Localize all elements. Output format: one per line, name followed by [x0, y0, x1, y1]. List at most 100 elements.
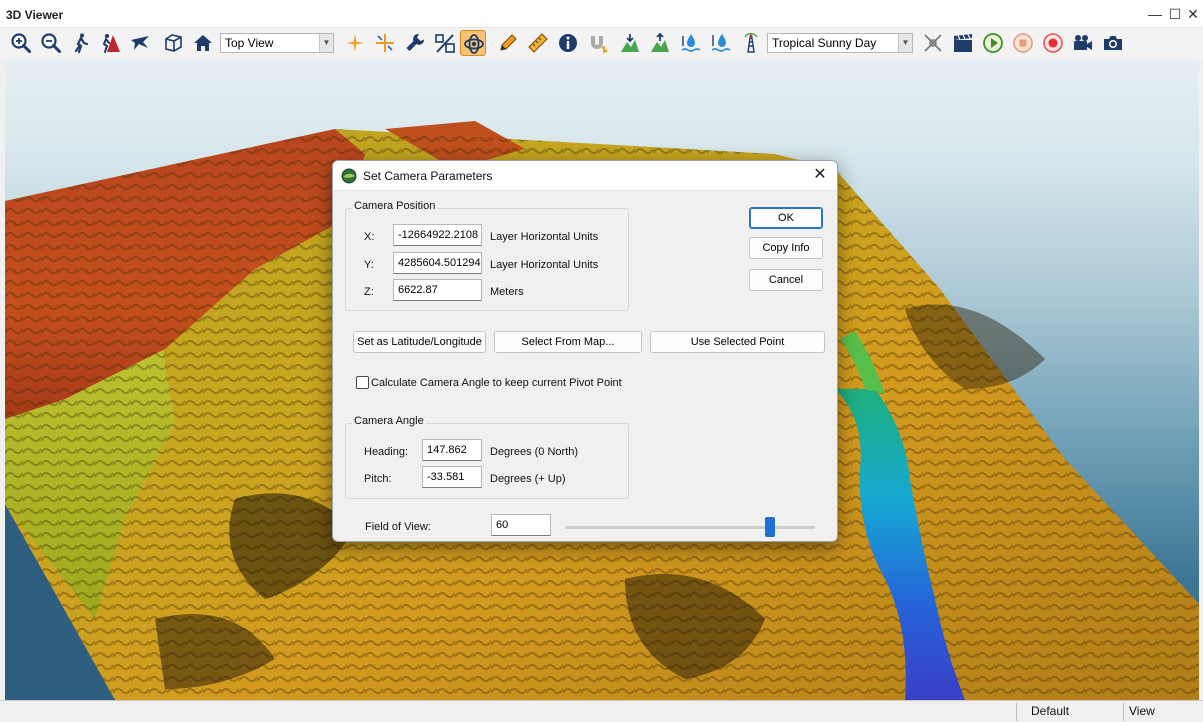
- pencil-button[interactable]: [495, 30, 521, 56]
- dialog-titlebar: Set Camera Parameters ✕: [333, 161, 837, 191]
- maximize-button[interactable]: ☐: [1165, 4, 1185, 24]
- terrain-up-button[interactable]: [647, 30, 673, 56]
- walk-to-point-button[interactable]: [97, 30, 123, 56]
- pitch-input[interactable]: -33.581: [422, 466, 482, 488]
- crosshair-icon: [346, 34, 364, 52]
- photo-camera-button[interactable]: [1100, 30, 1126, 56]
- stop-button[interactable]: [1010, 30, 1036, 56]
- x-input[interactable]: -12664922.2108: [393, 224, 482, 246]
- x-unit-label: Layer Horizontal Units: [490, 231, 599, 243]
- zoom-in-button[interactable]: [8, 30, 34, 56]
- video-camera-icon: [1074, 35, 1092, 50]
- tower-icon: [744, 32, 758, 53]
- walk-button[interactable]: [68, 30, 94, 56]
- sky-select[interactable]: Tropical Sunny Day ▼: [767, 33, 913, 53]
- view-select[interactable]: Top View ▼: [220, 33, 334, 53]
- flyover-button[interactable]: [127, 30, 153, 56]
- heading-label: Heading:: [364, 446, 409, 458]
- y-unit-label: Layer Horizontal Units: [490, 259, 599, 271]
- select-from-map-button[interactable]: Select From Map...: [494, 331, 642, 353]
- y-input[interactable]: 4285604.501294: [393, 252, 482, 274]
- camera-position-legend: Camera Position: [352, 200, 438, 212]
- flyover-icon: [131, 36, 149, 50]
- fov-slider-thumb[interactable]: [765, 517, 775, 537]
- play-icon: [983, 33, 1003, 53]
- record-button[interactable]: [1040, 30, 1066, 56]
- info-button[interactable]: [555, 30, 581, 56]
- terrain-scale-icon: [435, 34, 455, 53]
- terrain-down-button[interactable]: [617, 30, 643, 56]
- copy-info-button[interactable]: Copy Info: [749, 237, 823, 259]
- fov-label: Field of View:: [365, 521, 431, 533]
- water-level-button[interactable]: [678, 30, 704, 56]
- fov-slider-track[interactable]: [565, 526, 815, 529]
- minimize-button[interactable]: —: [1145, 4, 1165, 24]
- photo-camera-icon: [1104, 36, 1122, 50]
- antenna-icon: [924, 34, 942, 52]
- window-titlebar: 3D Viewer — ☐ ✕: [0, 0, 1203, 28]
- walk-to-point-icon: [102, 34, 120, 53]
- movie-clapper-button[interactable]: [950, 30, 976, 56]
- sky-select-value: Tropical Sunny Day: [772, 36, 877, 50]
- play-button[interactable]: [980, 30, 1006, 56]
- water-level-up-button[interactable]: [708, 30, 734, 56]
- app-logo-icon: [341, 168, 357, 184]
- fov-input[interactable]: 60: [491, 514, 551, 536]
- terrain-up-icon: [651, 32, 669, 52]
- home-button[interactable]: [190, 30, 216, 56]
- ok-button[interactable]: OK: [749, 207, 823, 229]
- set-lat-lon-button[interactable]: Set as Latitude/Longitude: [353, 331, 486, 353]
- zoom-out-button[interactable]: [38, 30, 64, 56]
- center-cross-icon: [376, 34, 394, 52]
- record-icon: [1043, 33, 1063, 53]
- close-window-button[interactable]: ✕: [1183, 4, 1203, 24]
- z-unit-label: Meters: [490, 286, 524, 298]
- view-select-value: Top View: [225, 36, 274, 50]
- statusbar: Default View: [0, 700, 1203, 722]
- magnet-button[interactable]: [585, 30, 611, 56]
- video-camera-button[interactable]: [1070, 30, 1096, 56]
- status-default: Default: [1031, 704, 1070, 718]
- pivot-icon: [464, 34, 484, 54]
- center-cross-button[interactable]: [372, 30, 398, 56]
- pivot-button[interactable]: [460, 30, 486, 56]
- heading-input[interactable]: 147.862: [422, 439, 482, 461]
- walk-icon: [74, 33, 89, 54]
- z-label: Z:: [364, 286, 374, 298]
- dialog-title: Set Camera Parameters: [363, 169, 493, 183]
- home-icon: [194, 35, 212, 51]
- water-level-up-icon: [711, 34, 731, 52]
- terrain-scale-button[interactable]: [432, 30, 458, 56]
- pivot-point-checkbox-label: Calculate Camera Angle to keep current P…: [371, 377, 622, 389]
- statusbar-separator: [1016, 703, 1017, 721]
- pencil-icon: [500, 34, 517, 51]
- zoom-out-icon: [41, 33, 61, 53]
- set-camera-parameters-dialog: Set Camera Parameters ✕ Camera Position …: [332, 160, 838, 542]
- z-input[interactable]: 6622.87: [393, 279, 482, 301]
- chevron-down-icon: ▼: [898, 34, 912, 52]
- use-selected-point-button[interactable]: Use Selected Point: [650, 331, 825, 353]
- ruler-button[interactable]: [525, 30, 551, 56]
- pivot-point-checkbox[interactable]: [356, 376, 369, 389]
- x-label: X:: [364, 231, 375, 243]
- pitch-label: Pitch:: [364, 473, 392, 485]
- wrench-icon: [406, 34, 425, 51]
- wrench-button[interactable]: [402, 30, 428, 56]
- toolbar: Top View ▼ Tropical Sunny Day ▼: [0, 28, 1203, 59]
- window-title: 3D Viewer: [6, 8, 64, 22]
- y-label: Y:: [364, 259, 374, 271]
- dialog-close-button[interactable]: ✕: [809, 164, 831, 186]
- crosshair-button[interactable]: [342, 30, 368, 56]
- ruler-icon: [528, 33, 548, 53]
- tower-button[interactable]: [738, 30, 764, 56]
- heading-unit-label: Degrees (0 North): [490, 446, 579, 458]
- antenna-button[interactable]: [920, 30, 946, 56]
- movie-clapper-icon: [954, 34, 972, 52]
- water-level-icon: [681, 34, 701, 52]
- pitch-unit-label: Degrees (+ Up): [490, 473, 566, 485]
- cancel-button[interactable]: Cancel: [749, 269, 823, 291]
- 3d-box-button[interactable]: [160, 30, 186, 56]
- chevron-down-icon: ▼: [319, 34, 333, 52]
- magnet-icon: [591, 36, 608, 54]
- statusbar-separator: [1123, 703, 1124, 721]
